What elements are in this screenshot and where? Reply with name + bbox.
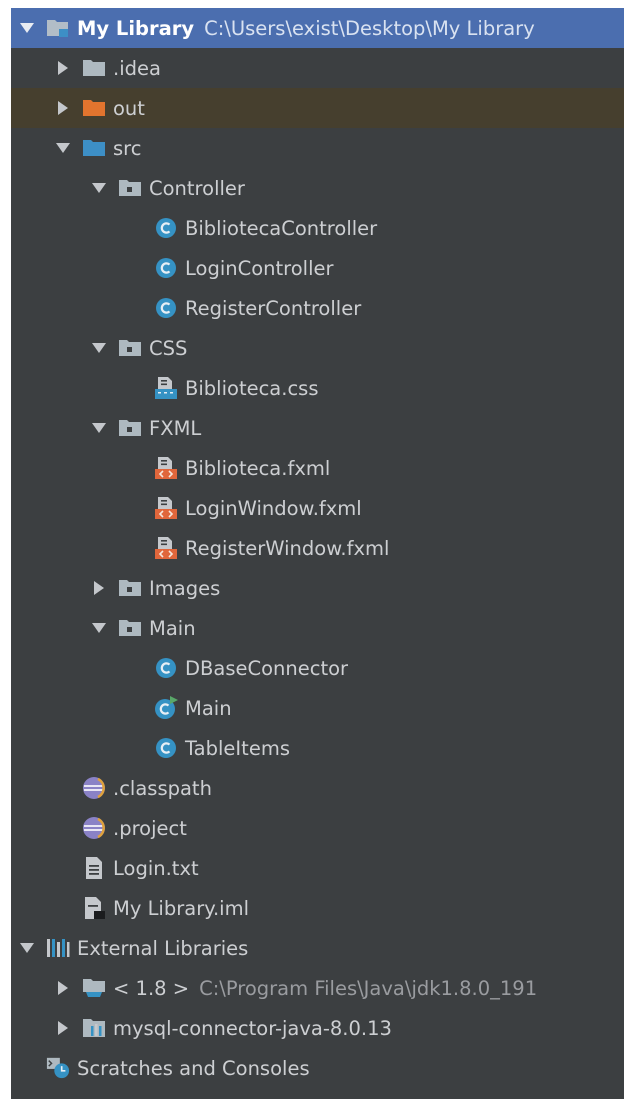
tree-node-label: External Libraries [77,936,249,960]
tree-node-label: .project [113,816,187,840]
tree-node-label: Images [149,576,221,600]
tree-node-label: out [113,96,145,120]
expand-arrow-icon[interactable] [88,177,110,199]
collapse-arrow-icon[interactable] [52,977,74,999]
tree-node-fxml[interactable]: FXML [11,408,624,448]
tree-node-label: mysql-connector-java-8.0.13 [113,1016,392,1040]
collapse-arrow-icon[interactable] [52,97,74,119]
module-folder-icon [46,16,70,40]
project-tree: My Library C:\Users\exist\Desktop\My Lib… [11,8,624,1088]
tree-node-label: TableItems [185,736,290,760]
tree-node-label: Controller [149,176,245,200]
package-icon [118,176,142,200]
tree-node-label: Biblioteca.fxml [185,456,331,480]
tree-node-project[interactable]: .project [11,808,624,848]
tree-node-register-window-fxml[interactable]: RegisterWindow.fxml [11,528,624,568]
source-folder-icon [82,136,106,160]
tree-node-label: < 1.8 > [113,976,190,1000]
fxml-file-icon [154,496,178,520]
tree-node-images[interactable]: Images [11,568,624,608]
collapse-arrow-icon[interactable] [52,1017,74,1039]
tree-node-label: DBaseConnector [185,656,349,680]
tree-node-label: My Library [77,16,195,40]
tree-node-main-class[interactable]: Main [11,688,624,728]
tree-node-my-library[interactable]: My Library C:\Users\exist\Desktop\My Lib… [11,8,624,48]
tree-node-biblioteca-controller[interactable]: BibliotecaController [11,208,624,248]
tree-node-dbase-connector[interactable]: DBaseConnector [11,648,624,688]
java-class-icon [154,296,178,320]
expand-arrow-icon[interactable] [16,17,38,39]
jdk-path: C:\Program Files\Java\jdk1.8.0_191 [199,976,538,1000]
tree-node-main-package[interactable]: Main [11,608,624,648]
tree-node-label: .idea [113,56,161,80]
tree-node-label: src [113,136,142,160]
eclipse-file-icon [82,776,106,800]
module-path: C:\Users\exist\Desktop\My Library [204,16,535,40]
package-icon [118,616,142,640]
fxml-file-icon [154,456,178,480]
tree-node-label: Scratches and Consoles [77,1056,310,1080]
java-class-icon [154,216,178,240]
tree-node-register-controller[interactable]: RegisterController [11,288,624,328]
tree-node-login-window-fxml[interactable]: LoginWindow.fxml [11,488,624,528]
tree-node-biblioteca-fxml[interactable]: Biblioteca.fxml [11,448,624,488]
java-class-icon [154,736,178,760]
tree-node-out[interactable]: out [11,88,624,128]
folder-icon [82,56,106,80]
tree-node-my-library-iml[interactable]: My Library.iml [11,888,624,928]
tree-node-label: My Library.iml [113,896,249,920]
tree-node-css[interactable]: CSS [11,328,624,368]
tree-node-mysql-connector[interactable]: mysql-connector-java-8.0.13 [11,1008,624,1048]
tree-node-label: RegisterController [185,296,362,320]
tree-node-src[interactable]: src [11,128,624,168]
tree-node-controller[interactable]: Controller [11,168,624,208]
tree-node-label: BibliotecaController [185,216,378,240]
tree-node-label: Main [149,616,196,640]
library-jar-icon [82,1016,106,1040]
eclipse-file-icon [82,816,106,840]
tree-node-label: FXML [149,416,202,440]
tree-node-label: LoginController [185,256,334,280]
jdk-icon [82,976,106,1000]
tree-node-biblioteca-css[interactable]: Biblioteca.css [11,368,624,408]
tree-node-label: CSS [149,336,188,360]
excluded-folder-icon [82,96,106,120]
tree-node-label: .classpath [113,776,212,800]
tree-node-label: Main [185,696,232,720]
tree-node-login-controller[interactable]: LoginController [11,248,624,288]
text-file-icon [82,856,106,880]
libraries-icon [46,936,70,960]
expand-arrow-icon[interactable] [88,417,110,439]
expand-arrow-icon[interactable] [52,137,74,159]
java-main-class-icon [154,696,178,720]
tree-node-label: RegisterWindow.fxml [185,536,390,560]
iml-file-icon [82,896,106,920]
scratches-icon [46,1056,70,1080]
tree-node-jdk[interactable]: < 1.8 > C:\Program Files\Java\jdk1.8.0_1… [11,968,624,1008]
java-class-icon [154,656,178,680]
tree-node-login-txt[interactable]: Login.txt [11,848,624,888]
expand-arrow-icon[interactable] [16,937,38,959]
css-file-icon [154,376,178,400]
java-class-icon [154,256,178,280]
tree-node-label: Login.txt [113,856,199,880]
package-icon [118,576,142,600]
collapse-arrow-icon[interactable] [88,577,110,599]
tree-node-idea[interactable]: .idea [11,48,624,88]
tree-node-table-items[interactable]: TableItems [11,728,624,768]
tree-node-label: Biblioteca.css [185,376,319,400]
tree-node-classpath[interactable]: .classpath [11,768,624,808]
collapse-arrow-icon[interactable] [52,57,74,79]
project-tool-window: My Library C:\Users\exist\Desktop\My Lib… [11,8,624,1099]
fxml-file-icon [154,536,178,560]
package-icon [118,336,142,360]
package-icon [118,416,142,440]
expand-arrow-icon[interactable] [88,337,110,359]
tree-node-label: LoginWindow.fxml [185,496,362,520]
tree-node-scratches[interactable]: Scratches and Consoles [11,1048,624,1088]
tree-node-external-libraries[interactable]: External Libraries [11,928,624,968]
expand-arrow-icon[interactable] [88,617,110,639]
